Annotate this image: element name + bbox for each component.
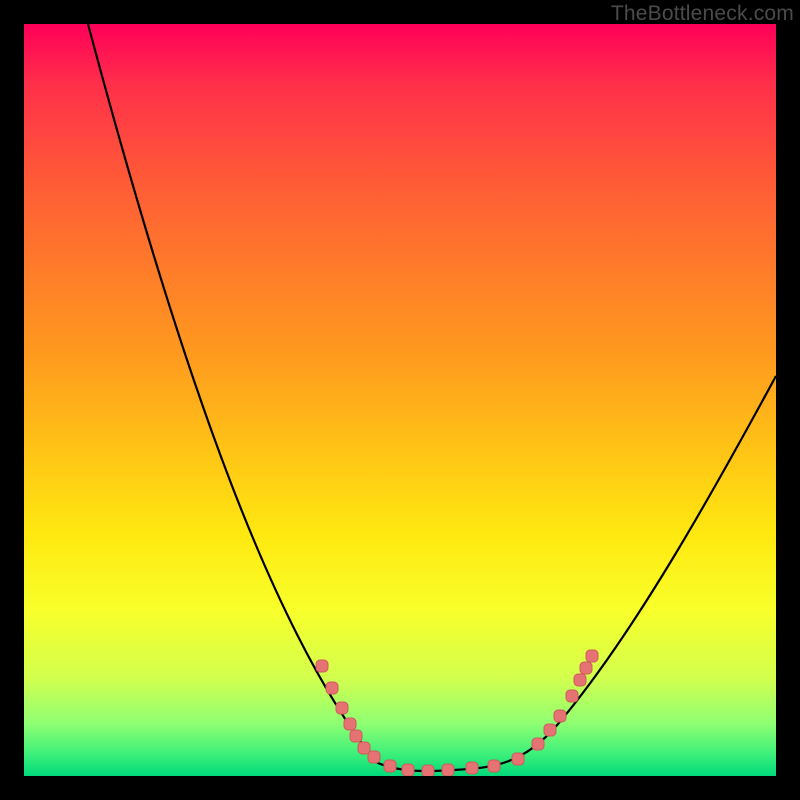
curve-marker xyxy=(512,753,524,765)
curve-marker xyxy=(422,765,434,776)
curve-marker xyxy=(466,762,478,774)
watermark-text: TheBottleneck.com xyxy=(611,2,794,26)
curve-marker xyxy=(580,662,592,674)
curve-marker xyxy=(532,738,544,750)
curve-marker xyxy=(402,764,414,776)
curve-marker xyxy=(488,760,500,772)
bottleneck-curve-right-path xyxy=(454,376,776,770)
curve-marker xyxy=(544,724,556,736)
curve-markers xyxy=(316,650,598,776)
curve-marker xyxy=(566,690,578,702)
curve-marker xyxy=(316,660,328,672)
curve-marker xyxy=(384,760,396,772)
bottleneck-curve-svg xyxy=(24,24,776,776)
curve-marker xyxy=(358,742,370,754)
curve-marker xyxy=(326,682,338,694)
curve-marker xyxy=(344,718,356,730)
curve-marker xyxy=(574,674,586,686)
curve-marker xyxy=(586,650,598,662)
curve-marker xyxy=(368,751,380,763)
curve-marker xyxy=(554,710,566,722)
chart-frame xyxy=(24,24,776,776)
bottleneck-curve-left-path xyxy=(88,24,454,771)
curve-marker xyxy=(350,730,362,742)
curve-marker xyxy=(442,764,454,776)
curve-marker xyxy=(336,702,348,714)
